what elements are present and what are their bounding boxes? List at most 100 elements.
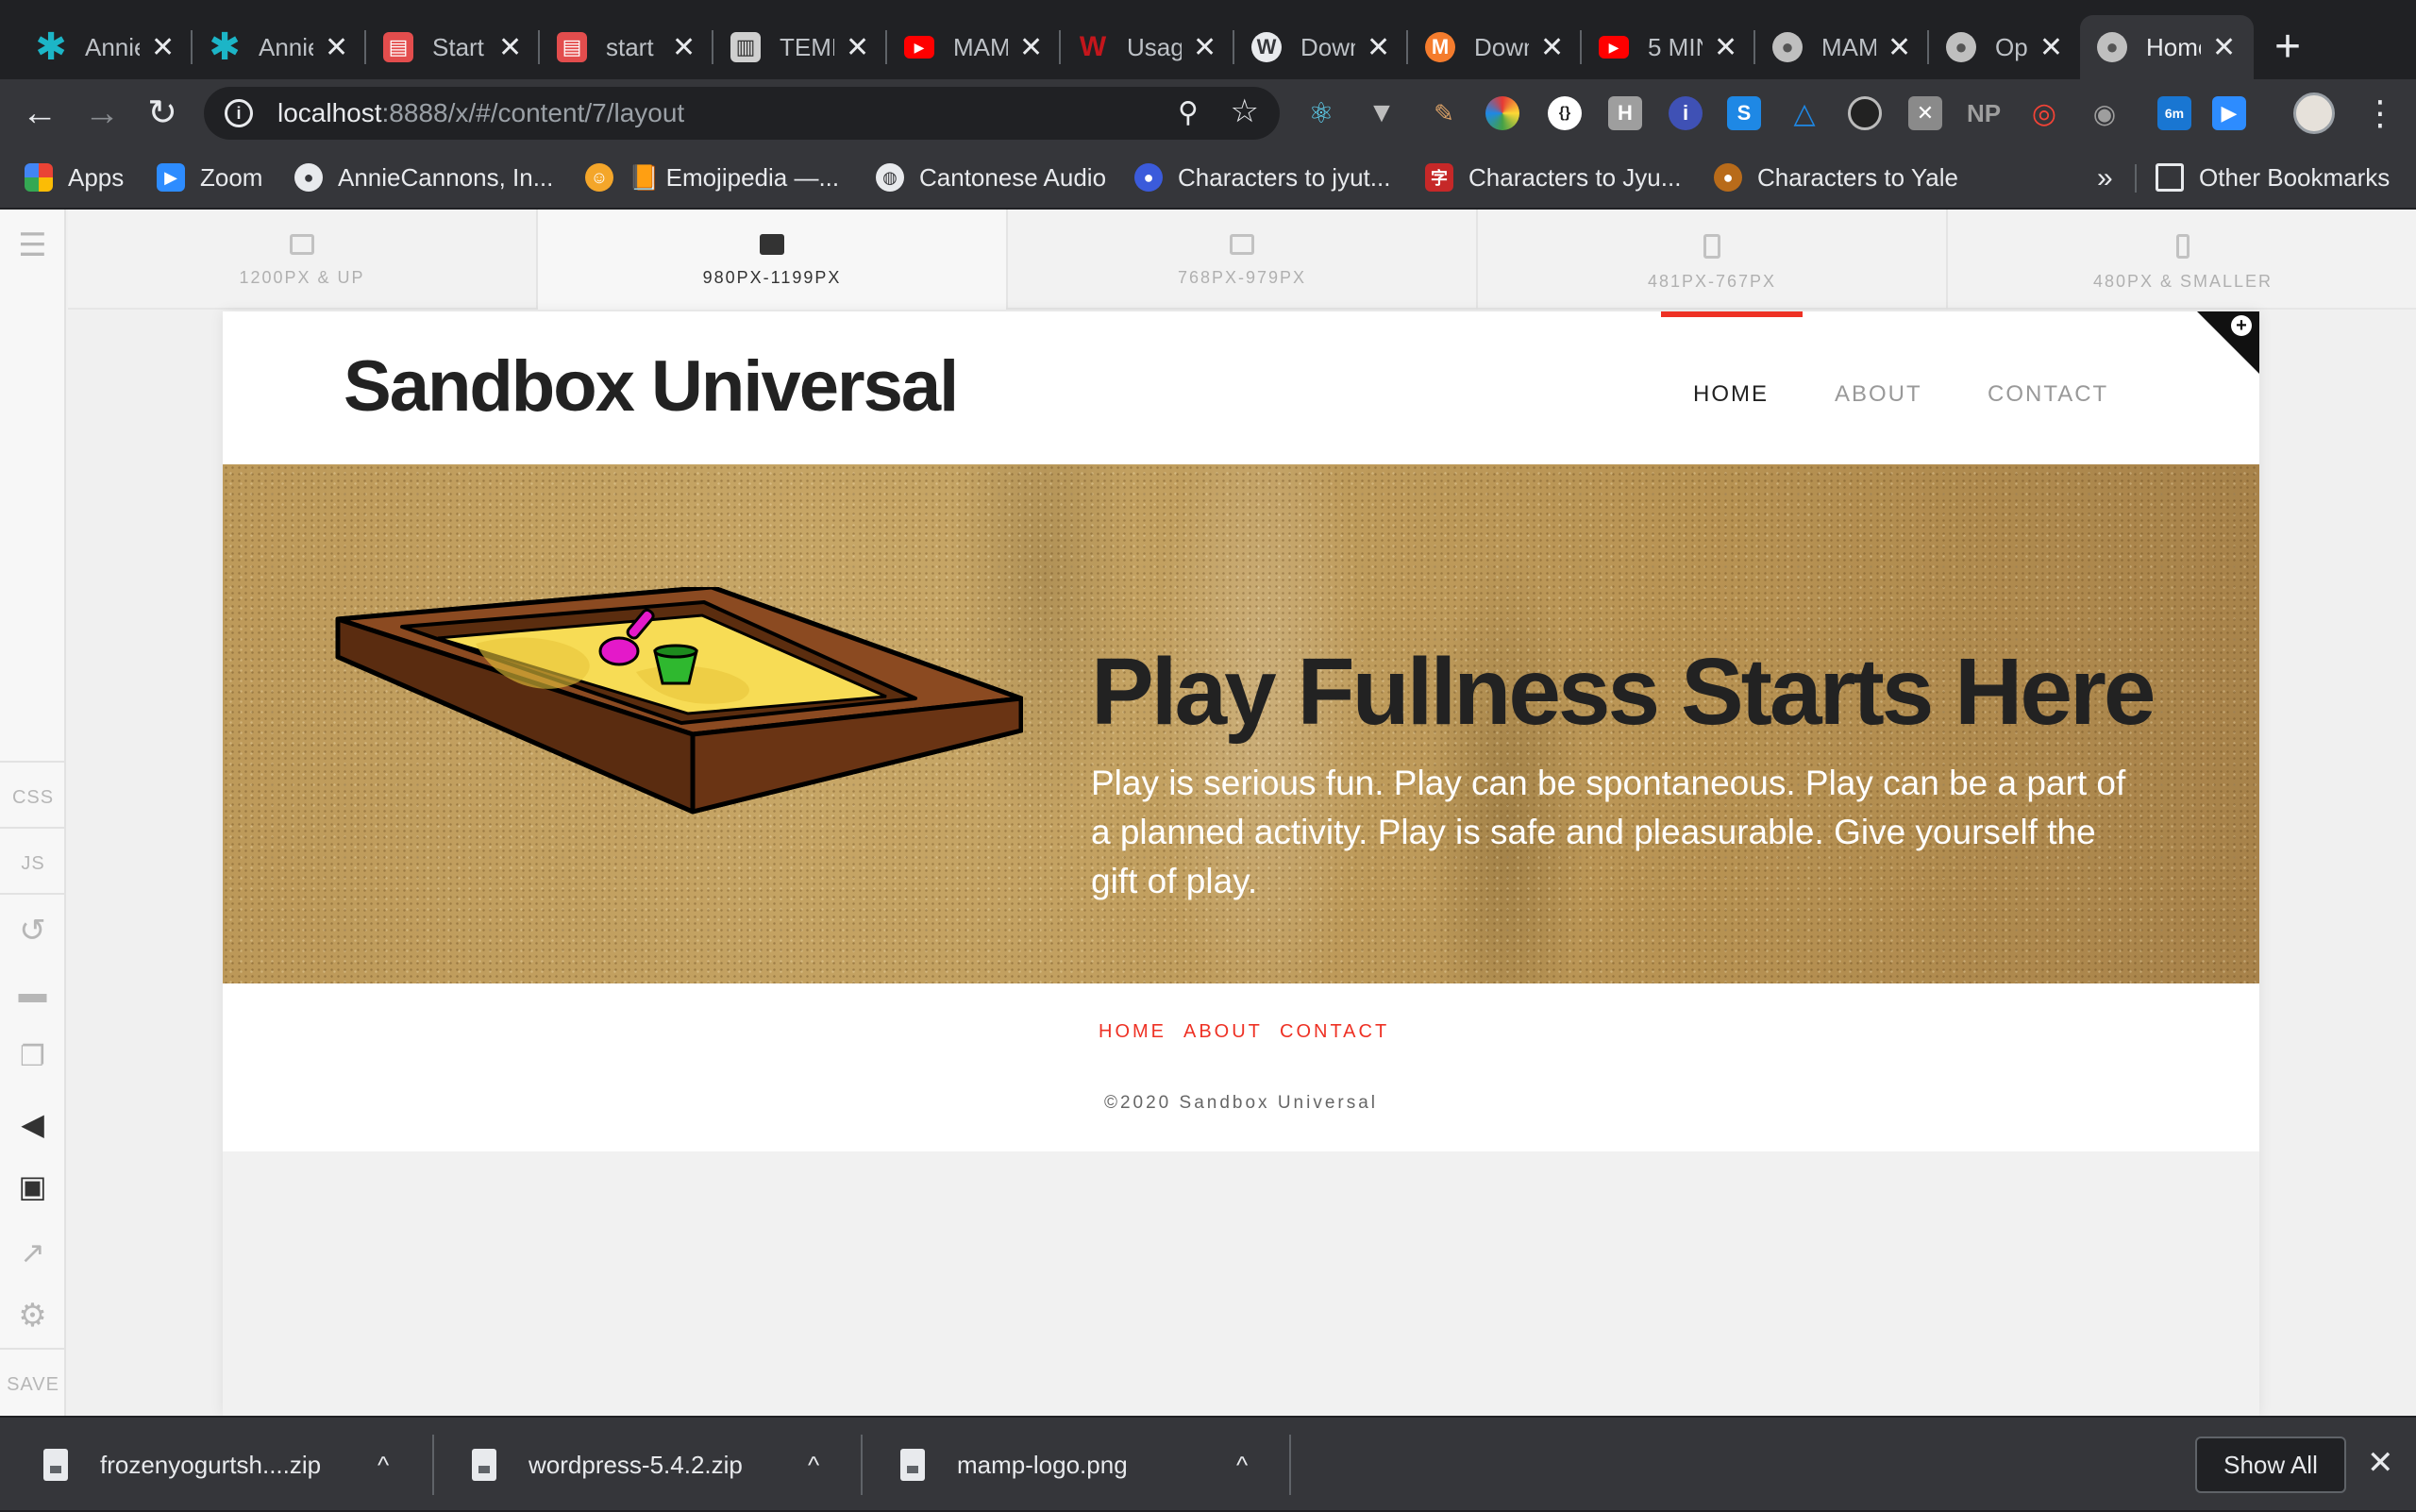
bookmark-item[interactable]: ● AnnieCannons, In... — [294, 159, 553, 196]
play-back-icon[interactable]: ◀ — [0, 1106, 66, 1142]
close-tab-icon[interactable]: ✕ — [672, 31, 696, 64]
nav-home[interactable]: HOME — [1693, 381, 1769, 408]
browser-tab[interactable]: ✱ Annie ✕ — [19, 15, 193, 79]
close-tab-icon[interactable]: ✕ — [2039, 31, 2063, 64]
breakpoint-tablet-landscape[interactable]: 768PX-979PX — [1008, 210, 1478, 310]
close-tab-icon[interactable]: ✕ — [1888, 31, 1911, 64]
h-icon[interactable]: H — [1608, 96, 1642, 130]
browser-tab[interactable]: ● Option ✕ — [1929, 15, 2080, 79]
bookmark-item[interactable]: ● Characters to Yale — [1714, 159, 1958, 196]
zoom-icon[interactable]: ⚲ — [1178, 96, 1199, 129]
gear-icon[interactable]: ⚙ — [0, 1297, 66, 1335]
download-item[interactable]: mamp-logo.png — [900, 1418, 1128, 1512]
eye-icon[interactable]: ◉ — [2088, 96, 2122, 130]
js-button[interactable]: JS — [0, 853, 66, 875]
vue-devtools-icon[interactable]: ▼ — [1365, 96, 1399, 130]
show-all-button[interactable]: Show All — [2195, 1436, 2346, 1493]
close-tab-icon[interactable]: ✕ — [151, 31, 175, 64]
bookmark-item[interactable]: Apps — [25, 159, 124, 196]
sidebar-divider — [0, 893, 66, 895]
save-button[interactable]: SAVE — [0, 1374, 66, 1396]
bookmark-item[interactable]: 字 Characters to Jyu... — [1425, 159, 1681, 196]
browser-tab[interactable]: ▶ MAMP ✕ — [887, 15, 1061, 79]
site-header: Sandbox Universal HOME ABOUT CONTACT + — [223, 311, 2259, 464]
close-icon[interactable]: ✕ — [2367, 1444, 2394, 1482]
browser-tab[interactable]: W Usage ✕ — [1061, 15, 1234, 79]
zoom-ext-icon[interactable]: ▶ — [2212, 96, 2246, 130]
close-tab-icon[interactable]: ✕ — [1193, 31, 1216, 64]
browser-tab[interactable]: ● MAMP ✕ — [1755, 15, 1929, 79]
browser-tab[interactable]: W Down ✕ — [1234, 15, 1408, 79]
color-picker-icon[interactable] — [1485, 96, 1519, 130]
info-ext-icon[interactable]: i — [1669, 96, 1703, 130]
browser-tab[interactable]: ▤ start ✕ — [540, 15, 713, 79]
bookmark-item[interactable]: ▶ Zoom — [157, 159, 262, 196]
asterisk-icon: ✱ — [209, 26, 241, 68]
close-tab-icon[interactable]: ✕ — [498, 31, 522, 64]
external-link-icon[interactable]: ↗ — [0, 1235, 66, 1270]
browser-tab[interactable]: M Down ✕ — [1408, 15, 1582, 79]
browser-tab[interactable]: ✱ Annie ✕ — [193, 15, 366, 79]
panel-icon[interactable]: ▬ — [0, 978, 66, 1010]
menu-kebab-icon[interactable]: ⋮ — [2363, 92, 2397, 134]
add-section-icon[interactable]: + — [2231, 315, 2252, 336]
s-icon[interactable]: S — [1727, 96, 1761, 130]
nav-contact[interactable]: CONTACT — [1988, 381, 2108, 408]
breakpoint-laptop[interactable]: 980PX-1199PX — [538, 210, 1008, 310]
download-item[interactable]: wordpress-5.4.2.zip — [472, 1418, 743, 1512]
nav-about[interactable]: ABOUT — [1835, 381, 1922, 408]
json-viewer-icon[interactable]: {} — [1548, 96, 1582, 130]
spiral-icon[interactable]: ◎ — [2027, 96, 2061, 130]
close-tab-icon[interactable]: ✕ — [1714, 31, 1737, 64]
close-tab-icon[interactable]: ✕ — [846, 31, 869, 64]
site-info-icon[interactable]: i — [225, 99, 253, 127]
eye-ext-icon[interactable] — [1848, 96, 1882, 130]
history-icon[interactable]: ↺ — [0, 912, 66, 949]
bookmark-star-icon[interactable]: ☆ — [1231, 92, 1259, 130]
breakpoint-phone[interactable]: 480PX & SMALLER — [1948, 210, 2416, 310]
bookmark-item[interactable]: ● Characters to jyut... — [1134, 159, 1390, 196]
footer-nav-contact[interactable]: CONTACT — [1280, 1021, 1389, 1043]
url-text[interactable]: localhost:8888/x/#/content/7/layout — [277, 98, 684, 128]
timer-icon[interactable]: 6m — [2157, 96, 2191, 130]
close-tab-icon[interactable]: ✕ — [1367, 31, 1390, 64]
close-tab-icon[interactable]: ✕ — [1019, 31, 1043, 64]
breakpoint-desktop[interactable]: 1200PX & UP — [68, 210, 538, 310]
site-logo[interactable]: Sandbox Universal — [344, 345, 959, 428]
reload-button[interactable]: ↻ — [142, 92, 183, 134]
browser-tab-active[interactable]: ● Home ✕ — [2080, 15, 2254, 79]
footer-nav-home[interactable]: HOME — [1099, 1021, 1166, 1043]
layers-icon[interactable]: ❐ — [0, 1040, 66, 1073]
forward-button[interactable]: → — [81, 92, 123, 134]
other-bookmarks[interactable]: Other Bookmarks — [2156, 159, 2390, 196]
avatar[interactable] — [2293, 92, 2335, 134]
triangle-icon[interactable]: △ — [1787, 96, 1821, 130]
book-icon: ▥ — [730, 32, 761, 62]
eyedropper-icon[interactable]: ✎ — [1427, 96, 1461, 130]
bookmarks-overflow-button[interactable]: » — [2097, 162, 2113, 194]
puzzle-icon[interactable]: ✕ — [1908, 96, 1942, 130]
device-icon[interactable]: ▣ — [0, 1168, 66, 1204]
close-tab-icon[interactable]: ✕ — [2212, 31, 2236, 64]
footer-nav-about[interactable]: ABOUT — [1183, 1021, 1263, 1043]
back-button[interactable]: ← — [19, 92, 60, 134]
download-item[interactable]: frozenyogurtsh....zip — [43, 1418, 321, 1512]
close-tab-icon[interactable]: ✕ — [325, 31, 348, 64]
react-devtools-icon[interactable]: ⚛ — [1304, 96, 1338, 130]
browser-tab[interactable]: ▥ TEMP ✕ — [713, 15, 887, 79]
chevron-up-icon[interactable]: ^ — [1236, 1418, 1248, 1512]
close-tab-icon[interactable]: ✕ — [1540, 31, 1564, 64]
hamburger-menu-icon[interactable]: ☰ — [0, 227, 66, 264]
browser-tab[interactable]: ▤ Start ✕ — [366, 15, 540, 79]
bookmark-item[interactable]: ◍ Cantonese Audio — [876, 159, 1106, 196]
address-bar[interactable]: i localhost:8888/x/#/content/7/layout ⚲ … — [204, 87, 1280, 140]
new-tab-button[interactable]: + — [2274, 21, 2301, 74]
chevron-up-icon[interactable]: ^ — [378, 1418, 389, 1512]
np-icon[interactable]: NP — [1967, 96, 2001, 130]
youtube-icon: ▶ — [1599, 36, 1629, 59]
breakpoint-tablet-portrait[interactable]: 481PX-767PX — [1478, 210, 1948, 310]
browser-tab[interactable]: ▶ 5 MIN ✕ — [1582, 15, 1755, 79]
css-button[interactable]: CSS — [0, 787, 66, 809]
bookmark-item[interactable]: ☺ 📙 Emojipedia —... — [585, 159, 839, 196]
chevron-up-icon[interactable]: ^ — [808, 1418, 819, 1512]
